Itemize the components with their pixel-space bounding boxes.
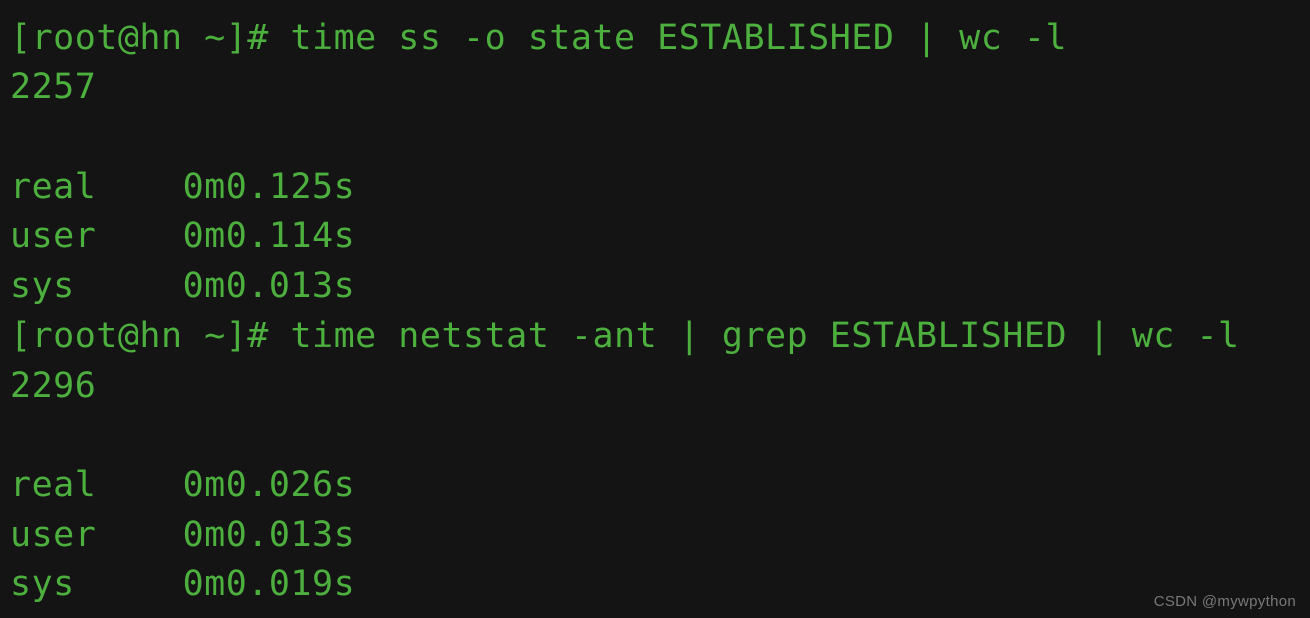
shell-prompt: [root@hn ~]# xyxy=(10,18,290,58)
pad xyxy=(96,465,182,505)
time-value: 0m0.125s xyxy=(183,167,356,207)
output-line: 2296 xyxy=(10,366,96,406)
pad xyxy=(96,216,182,256)
time-label: real xyxy=(10,167,96,207)
time-value: 0m0.013s xyxy=(183,515,356,555)
time-value: 0m0.013s xyxy=(183,266,356,306)
output-line: 2257 xyxy=(10,67,96,107)
watermark-text: CSDN @mywpython xyxy=(1154,593,1296,610)
pad xyxy=(75,564,183,604)
command-text: time netstat -ant | grep ESTABLISHED | w… xyxy=(290,316,1239,356)
time-label: sys xyxy=(10,266,75,306)
time-label: sys xyxy=(10,564,75,604)
output-line: 2105 xyxy=(10,0,96,8)
time-value: 0m0.114s xyxy=(183,216,356,256)
pad xyxy=(96,167,182,207)
shell-prompt: [root@hn ~]# xyxy=(10,316,290,356)
pad xyxy=(75,266,183,306)
time-label: user xyxy=(10,515,96,555)
pad xyxy=(96,515,182,555)
terminal-output: 2105 [root@hn ~]# time ss -o state ESTAB… xyxy=(0,0,1310,610)
time-label: real xyxy=(10,465,96,505)
time-value: 0m0.019s xyxy=(183,564,356,604)
command-text: time ss -o state ESTABLISHED | wc -l xyxy=(290,18,1067,58)
time-value: 0m0.026s xyxy=(183,465,356,505)
time-label: user xyxy=(10,216,96,256)
